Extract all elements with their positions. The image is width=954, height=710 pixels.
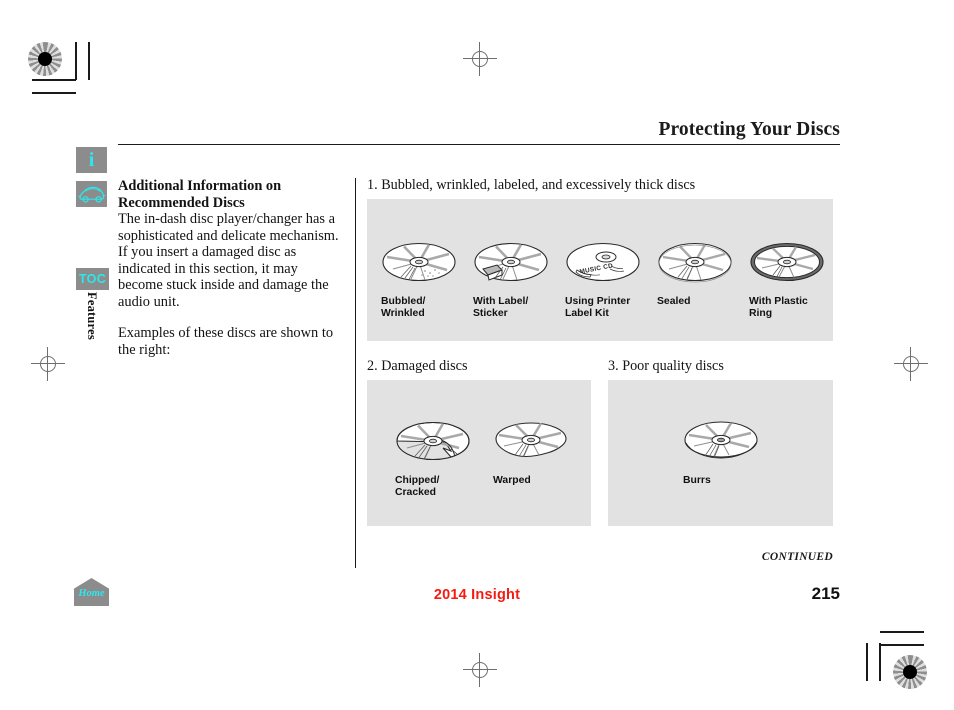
chipped-cracked-disc: [396, 421, 470, 461]
crop-mark-line: [879, 643, 881, 681]
figure-3: 3. Poor quality discs Burrs: [608, 359, 833, 526]
figure-1: 1. Bubbled, wrinkled, labeled, and exces…: [367, 178, 833, 341]
disc-item: With Label/ Sticker: [473, 239, 549, 319]
registration-crosshair-icon: [463, 653, 497, 687]
page-number: 215: [811, 584, 840, 603]
page-title: Protecting Your Discs: [658, 119, 840, 140]
bubbled-wrinkled-disc: [382, 242, 456, 282]
disc-item: MUSIC CD Using Printer Label Kit: [565, 239, 641, 319]
figure-3-caption: 3. Poor quality discs: [608, 358, 724, 374]
header-rule: [118, 143, 840, 146]
crop-mark-line: [880, 631, 924, 633]
disc-item: Warped: [493, 418, 569, 498]
crop-mark-line: [32, 92, 76, 94]
car-icon-svg: [78, 186, 106, 203]
disc-label: Sealed: [657, 296, 691, 307]
manual-page: Protecting Your Discs i TOC Features Hom…: [0, 0, 954, 710]
registration-crosshair-icon: [894, 347, 928, 381]
disc-label: Bubbled/ Wrinkled: [381, 296, 426, 319]
figure-1-caption: 1. Bubbled, wrinkled, labeled, and exces…: [367, 177, 696, 193]
info-icon[interactable]: i: [76, 147, 107, 173]
body-paragraph-2: Examples of these discs are shown to the…: [118, 325, 334, 358]
crop-mark-line: [32, 79, 76, 81]
disc-item: Burrs: [683, 418, 759, 487]
figures-column: 1. Bubbled, wrinkled, labeled, and exces…: [367, 178, 833, 526]
section-tab-label: Features: [85, 292, 99, 340]
body-heading-line-2: Recommended Discs: [118, 194, 245, 211]
disc-item: With Plastic Ring: [749, 239, 825, 319]
figure-2-panel: Chipped/ Cracked Warped: [367, 380, 591, 526]
body-paragraph-1: The in-dash disc player/changer has a so…: [118, 211, 339, 310]
disc-label: With Plastic Ring: [749, 296, 808, 319]
burrs-disc: [684, 421, 758, 459]
disc-item: Bubbled/ Wrinkled: [381, 239, 457, 319]
info-glyph: i: [88, 149, 95, 171]
page-header: Protecting Your Discs: [118, 119, 840, 146]
with-label-sticker-disc: [474, 242, 548, 282]
left-text-column: Additional Information on Recommended Di…: [118, 178, 343, 358]
figure-1-panel: Bubbled/ Wrinkled With Label/ Sticker MU…: [367, 199, 833, 341]
icon-rail: i: [76, 147, 110, 215]
disc-label: Using Printer Label Kit: [565, 296, 631, 319]
section-tab-features: Features: [84, 292, 99, 352]
figure-2: 2. Damaged discs Chipped/ Cracked Warped: [367, 359, 591, 526]
disc-label: With Label/ Sticker: [473, 296, 529, 319]
disc-item: Sealed: [657, 239, 733, 319]
with-plastic-ring-disc: [750, 242, 824, 282]
sealed-disc: [658, 242, 732, 283]
figures-row-2-3: 2. Damaged discs Chipped/ Cracked Warped…: [367, 359, 833, 526]
crop-mark-line: [866, 643, 868, 681]
disc-label: Warped: [493, 475, 531, 486]
figure-2-caption: 2. Damaged discs: [367, 358, 468, 374]
disc-item: Chipped/ Cracked: [395, 418, 471, 498]
registration-target-icon: [28, 42, 62, 76]
crop-mark-line: [88, 42, 90, 80]
registration-target-icon: [893, 655, 927, 689]
registration-crosshair-icon: [31, 347, 65, 381]
crop-mark-line: [75, 42, 77, 80]
continued-note: CONTINUED: [761, 551, 833, 563]
warped-disc: [495, 422, 567, 458]
figure-3-panel: Burrs: [608, 380, 833, 526]
body-heading-line-1: Additional Information on: [118, 178, 282, 194]
registration-crosshair-icon: [463, 42, 497, 76]
column-divider: [355, 178, 357, 568]
car-icon[interactable]: [76, 181, 107, 207]
printer-label-kit-disc: MUSIC CD: [566, 242, 640, 282]
toc-button[interactable]: TOC: [76, 268, 109, 290]
crop-mark-line: [880, 644, 924, 646]
disc-label: Chipped/ Cracked: [395, 475, 440, 498]
disc-label: Burrs: [683, 475, 711, 486]
